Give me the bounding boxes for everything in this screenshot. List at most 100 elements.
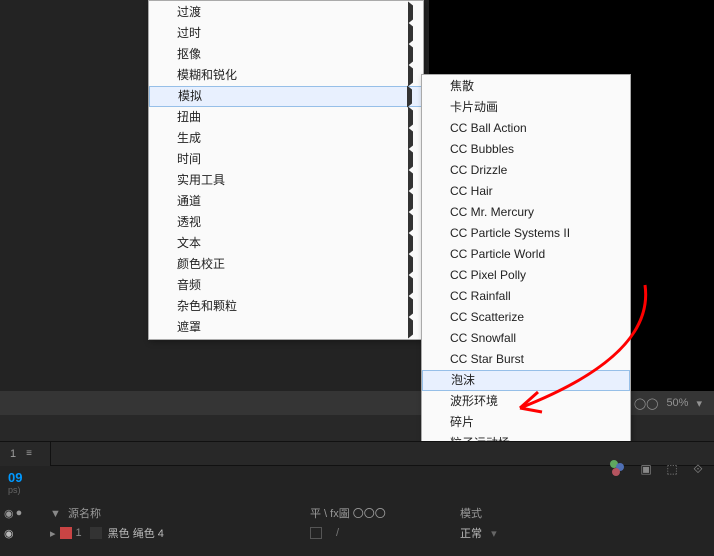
mode-dropdown-icon[interactable]: ▾ [491, 528, 497, 540]
column-mode[interactable]: 模式 [460, 505, 540, 521]
tab-menu-icon[interactable]: ≡ [26, 442, 32, 466]
menu-item-label: 杂色和颗粒 [177, 296, 237, 317]
submenu-item-label: CC Snowfall [450, 328, 516, 349]
submenu-arrow-icon [408, 2, 413, 23]
menu-item-0[interactable]: 过渡 [149, 2, 423, 23]
submenu-item-1[interactable]: 卡片动画 [422, 97, 630, 118]
visibility-icon[interactable]: ◉ [4, 507, 14, 520]
menu-item-3[interactable]: 模糊和锐化 [149, 65, 423, 86]
submenu-item-3[interactable]: CC Bubbles [422, 139, 630, 160]
menu-item-label: 文本 [177, 233, 201, 254]
submenu-item-label: CC Particle World [450, 244, 545, 265]
menu-item-6[interactable]: 生成 [149, 128, 423, 149]
current-timecode[interactable]: 09 [8, 470, 22, 485]
layer-visibility-toggle[interactable]: ◉ [4, 527, 14, 540]
submenu-item-6[interactable]: CC Mr. Mercury [422, 202, 630, 223]
menu-item-label: 时间 [177, 149, 201, 170]
layer-type-icon [90, 527, 102, 539]
submenu-arrow-icon [408, 233, 413, 254]
submenu-item-7[interactable]: CC Particle Systems II [422, 223, 630, 244]
menu-item-10[interactable]: 透视 [149, 212, 423, 233]
menu-item-9[interactable]: 通道 [149, 191, 423, 212]
menu-item-12[interactable]: 颜色校正 [149, 254, 423, 275]
submenu-item-15[interactable]: 波形环境 [422, 391, 630, 412]
menu-item-14[interactable]: 杂色和颗粒 [149, 296, 423, 317]
column-switches: 平 \ fx圖 〇〇〇 [310, 505, 460, 521]
layer-blend-mode[interactable]: 正常 [460, 528, 482, 540]
menu-item-label: 透视 [177, 212, 201, 233]
submenu-item-label: CC Hair [450, 181, 493, 202]
menu-item-label: 实用工具 [177, 170, 225, 191]
menu-item-label: 抠像 [177, 44, 201, 65]
submenu-item-14[interactable]: 泡沫 [422, 370, 630, 391]
menu-item-label: 遮罩 [177, 317, 201, 338]
column-source-name[interactable]: 源名称 [68, 508, 101, 520]
menu-item-label: 生成 [177, 128, 201, 149]
submenu-item-label: 波形环境 [450, 391, 498, 412]
zoom-down-icon[interactable]: ▾ [696, 397, 702, 410]
submenu-arrow-icon [407, 86, 412, 107]
submenu-arrow-icon [408, 149, 413, 170]
submenu-item-16[interactable]: 碎片 [422, 412, 630, 433]
audio-icon[interactable]: ● [16, 507, 23, 520]
menu-item-2[interactable]: 抠像 [149, 44, 423, 65]
menu-item-5[interactable]: 扭曲 [149, 107, 423, 128]
menu-item-13[interactable]: 音频 [149, 275, 423, 296]
menu-item-4[interactable]: 模拟 [149, 86, 423, 107]
twirl-icon[interactable]: ▸ [50, 527, 56, 540]
layer-index: 1 [76, 527, 82, 539]
submenu-arrow-icon [408, 128, 413, 149]
menu-item-8[interactable]: 实用工具 [149, 170, 423, 191]
submenu-item-label: CC Particle Systems II [450, 223, 570, 244]
submenu-arrow-icon [408, 317, 413, 338]
submenu-item-2[interactable]: CC Ball Action [422, 118, 630, 139]
submenu-arrow-icon [408, 191, 413, 212]
render-icon[interactable]: ▣ [636, 460, 656, 478]
submenu-arrow-icon [408, 44, 413, 65]
label-color-icon[interactable] [610, 460, 630, 478]
submenu-arrow-icon [408, 212, 413, 233]
submenu-item-11[interactable]: CC Scatterize [422, 307, 630, 328]
submenu-item-label: CC Star Burst [450, 349, 524, 370]
menu-item-label: 模糊和锐化 [177, 65, 237, 86]
panel-icons-right: ▣ ⬚ ⟐ [610, 460, 708, 478]
graph-icon[interactable]: ⟐ [688, 460, 708, 478]
zoom-dropdown[interactable]: 50% [666, 397, 688, 409]
layer-row-1[interactable]: ◉ ▸ 1 黑色 绳色 4 / 正常 ▾ [0, 523, 714, 543]
submenu-item-label: CC Ball Action [450, 118, 527, 139]
submenu-arrow-icon [408, 254, 413, 275]
submenu-item-label: CC Scatterize [450, 307, 524, 328]
timeline-tab-1[interactable]: 1 ≡ [0, 442, 51, 466]
submenu-item-13[interactable]: CC Star Burst [422, 349, 630, 370]
submenu-item-label: 泡沫 [451, 370, 475, 391]
submenu-item-5[interactable]: CC Hair [422, 181, 630, 202]
menu-item-11[interactable]: 文本 [149, 233, 423, 254]
submenu-item-label: 碎片 [450, 412, 474, 433]
menu-item-7[interactable]: 时间 [149, 149, 423, 170]
menu-item-label: 模拟 [178, 86, 202, 107]
effects-menu: 过渡过时抠像模糊和锐化模拟扭曲生成时间实用工具通道透视文本颜色校正音频杂色和颗粒… [148, 0, 424, 340]
shy-icon[interactable]: ▼ [50, 508, 61, 520]
submenu-item-4[interactable]: CC Drizzle [422, 160, 630, 181]
menu-item-label: 过时 [177, 23, 201, 44]
switch-shy[interactable] [310, 527, 322, 539]
submenu-item-12[interactable]: CC Snowfall [422, 328, 630, 349]
submenu-item-9[interactable]: CC Pixel Polly [422, 265, 630, 286]
submenu-arrow-icon [408, 107, 413, 128]
layer-color-chip[interactable] [60, 527, 72, 539]
submenu-arrow-icon [408, 170, 413, 191]
timeline-panel: 1 ≡ 09 ps) ◉ ● ▼ 源名称 平 \ fx圖 〇〇〇 模式 ◉ ▸ … [0, 441, 714, 556]
submenu-item-0[interactable]: 焦散 [422, 76, 630, 97]
submenu-item-label: 卡片动画 [450, 97, 498, 118]
3d-icon[interactable]: ⬚ [662, 460, 682, 478]
layer-name[interactable]: 黑色 绳色 4 [108, 525, 164, 541]
submenu-item-10[interactable]: CC Rainfall [422, 286, 630, 307]
effects-submenu-simulation: 焦散卡片动画CC Ball ActionCC BubblesCC Drizzle… [421, 74, 631, 456]
menu-item-1[interactable]: 过时 [149, 23, 423, 44]
submenu-item-8[interactable]: CC Particle World [422, 244, 630, 265]
mask-icon[interactable]: ◯◯ [634, 397, 659, 410]
timeline-tab-label: 1 [10, 442, 16, 466]
submenu-item-label: CC Drizzle [450, 160, 507, 181]
menu-item-15[interactable]: 遮罩 [149, 317, 423, 338]
timeline-columns-header: ◉ ● ▼ 源名称 平 \ fx圖 〇〇〇 模式 [0, 503, 714, 523]
